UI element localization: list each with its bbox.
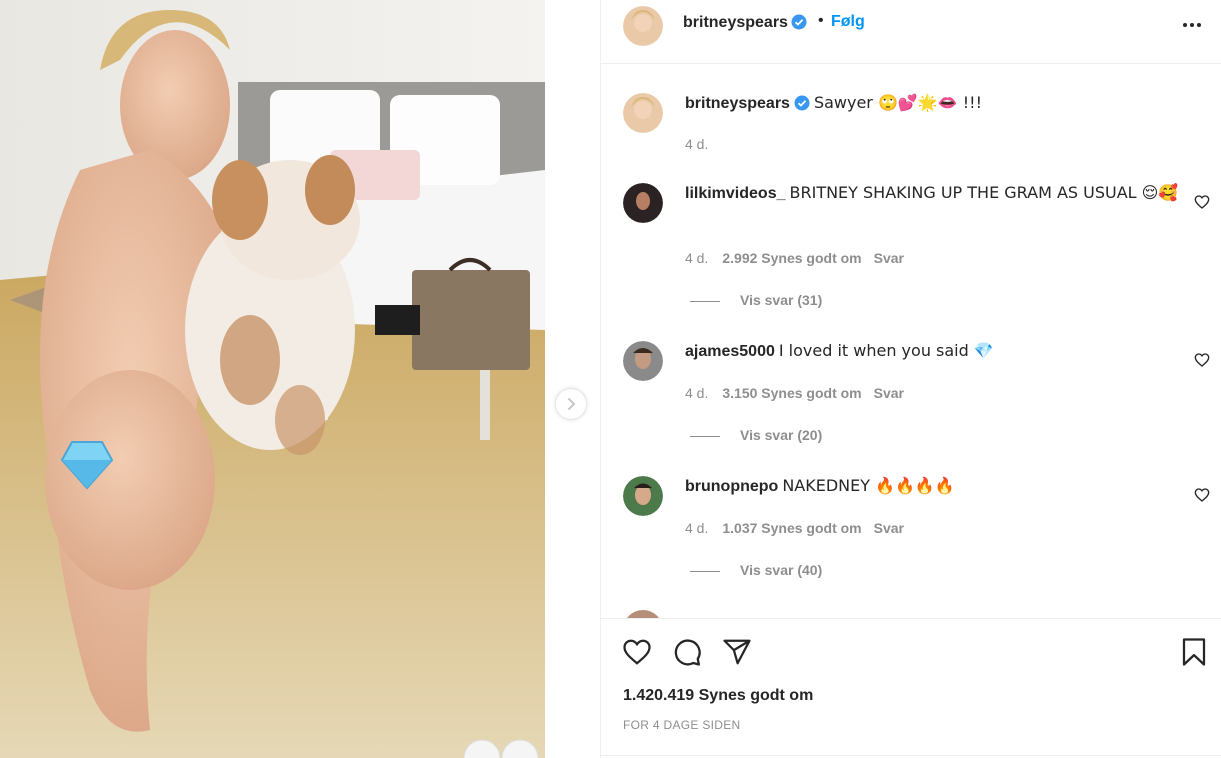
likes-count[interactable]: 1.420.419 Synes godt om: [623, 687, 813, 705]
avatar[interactable]: [623, 183, 663, 223]
divider: [601, 755, 1221, 756]
post-actions: 1.420.419 Synes godt om FOR 4 DAGE SIDEN: [601, 618, 1221, 758]
comment-text: lilkimvideos_ BRITNEY SHAKING UP THE GRAM…: [685, 182, 1185, 205]
media-gap: [545, 0, 601, 758]
comment-time: 4 d.: [685, 520, 709, 536]
heart-icon[interactable]: [622, 637, 652, 667]
post-photo: [0, 0, 545, 758]
caption-body: Sawyer 🙄💕🌟👄 !!!: [813, 93, 982, 112]
verified-badge-icon: [791, 14, 807, 30]
heart-icon[interactable]: [1194, 487, 1210, 503]
comment-username[interactable]: brunopnepo: [685, 478, 778, 495]
view-replies-button[interactable]: Vis svar (40): [690, 562, 822, 578]
verified-badge-icon: [794, 95, 810, 111]
heart-icon[interactable]: [1194, 352, 1210, 368]
view-replies-label: Vis svar (40): [740, 562, 823, 578]
post-details-panel: britneyspears • Følg britneyspears Sawyer…: [600, 0, 1221, 758]
comment-username[interactable]: ajames5000: [685, 343, 775, 360]
avatar[interactable]: [623, 341, 663, 381]
post-header: britneyspears • Følg: [601, 0, 1221, 64]
chevron-right-icon: [568, 398, 576, 410]
comment-meta: 4 d. 1.037 Synes godt om Svar: [685, 520, 904, 536]
divider: [690, 570, 720, 572]
comment-likes[interactable]: 1.037 Synes godt om: [722, 520, 861, 536]
caption-author[interactable]: britneyspears: [685, 95, 790, 112]
view-replies-button[interactable]: Vis svar (20): [690, 427, 822, 443]
bookmark-icon[interactable]: [1179, 637, 1209, 667]
comment-meta: 4 d. 2.992 Synes godt om Svar: [685, 250, 904, 266]
post-image[interactable]: [0, 0, 545, 758]
caption-text: britneyspears Sawyer 🙄💕🌟👄 !!!: [685, 92, 1185, 115]
comment-text: brunopnepo NAKEDNEY 🔥🔥🔥🔥: [685, 475, 1185, 498]
comment-text: ajames5000 I loved it when you said 💎: [685, 340, 1185, 363]
comment-body: BRITNEY SHAKING UP THE GRAM AS USUAL 😌🥰: [789, 183, 1179, 202]
avatar[interactable]: [623, 476, 663, 516]
view-replies-label: Vis svar (31): [740, 292, 823, 308]
author-username[interactable]: britneyspears: [683, 14, 807, 32]
more-options-icon[interactable]: [1183, 23, 1201, 27]
comments-list[interactable]: britneyspears Sawyer 🙄💕🌟👄 !!! 4 d. lilkim…: [601, 64, 1221, 619]
divider: [690, 435, 720, 437]
comment-likes[interactable]: 2.992 Synes godt om: [722, 250, 861, 266]
comment-time: 4 d.: [685, 385, 709, 401]
reply-button[interactable]: Svar: [874, 520, 904, 536]
caption-time: 4 d.: [685, 136, 709, 152]
comment-time: 4 d.: [685, 250, 709, 266]
comment-likes[interactable]: 3.150 Synes godt om: [722, 385, 861, 401]
reply-button[interactable]: Svar: [874, 250, 904, 266]
comment-body: NAKEDNEY 🔥🔥🔥🔥: [782, 476, 955, 495]
paper-plane-icon[interactable]: [722, 637, 752, 667]
avatar[interactable]: [623, 6, 663, 46]
reply-button[interactable]: Svar: [874, 385, 904, 401]
follow-button[interactable]: Følg: [831, 13, 865, 31]
comment-icon[interactable]: [672, 637, 702, 667]
view-replies-button[interactable]: Vis svar (31): [690, 292, 822, 308]
comment-meta: 4 d. 3.150 Synes godt om Svar: [685, 385, 904, 401]
separator-dot: •: [818, 12, 824, 29]
comment-body: I loved it when you said 💎: [778, 341, 994, 360]
next-media-button[interactable]: [555, 388, 587, 420]
comment-username[interactable]: lilkimvideos_: [685, 185, 786, 202]
divider: [690, 300, 720, 302]
post-timestamp: FOR 4 DAGE SIDEN: [623, 718, 741, 732]
heart-icon[interactable]: [1194, 194, 1210, 210]
avatar[interactable]: [623, 93, 663, 133]
view-replies-label: Vis svar (20): [740, 427, 823, 443]
